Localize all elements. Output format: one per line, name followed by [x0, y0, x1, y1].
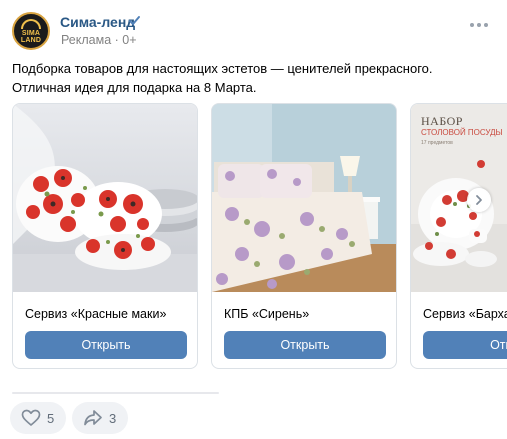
- post-text: Подборка товаров для настоящих эстетов —…: [12, 61, 433, 95]
- chevron-right-icon[interactable]: [467, 188, 491, 212]
- card-title[interactable]: Сервиз «Красные маки»: [25, 307, 166, 321]
- logo-arch: [21, 18, 41, 29]
- like-button[interactable]: 5: [10, 402, 66, 434]
- avatar-logo-text: SIMA LAND: [20, 29, 42, 44]
- share-icon: [84, 410, 102, 426]
- banner-subtitle: СТОЛОВОЙ ПОСУДЫ: [421, 128, 503, 137]
- open-button[interactable]: Открыть: [25, 331, 187, 359]
- product-image[interactable]: [212, 104, 396, 292]
- banner-caption: 17 предметов: [421, 140, 453, 146]
- author-name[interactable]: Сима-ленд: [60, 14, 135, 30]
- carousel-card[interactable]: НАБОР СТОЛОВОЙ ПОСУДЫ 17 предметов Серви…: [410, 103, 507, 369]
- open-button[interactable]: Откр: [423, 331, 507, 359]
- product-image[interactable]: НАБОР СТОЛОВОЙ ПОСУДЫ 17 предметов: [411, 104, 507, 292]
- post-meta: Реклама · 0+: [61, 33, 137, 47]
- like-count: 5: [47, 410, 55, 426]
- carousel-card[interactable]: Сервиз «Красные маки» Открыть: [12, 103, 198, 369]
- product-carousel[interactable]: Сервиз «Красные маки» Открыть КПБ «Сирен…: [12, 103, 507, 371]
- card-title[interactable]: Сервиз «Барха: [423, 307, 507, 321]
- product-image[interactable]: [13, 104, 197, 292]
- carousel-card[interactable]: КПБ «Сирень» Открыть: [211, 103, 397, 369]
- share-count: 3: [109, 410, 117, 426]
- avatar[interactable]: SIMA LAND: [12, 12, 50, 50]
- share-button[interactable]: 3: [72, 402, 128, 434]
- open-button[interactable]: Открыть: [224, 331, 386, 359]
- banner-title: НАБОР: [421, 114, 463, 128]
- heart-icon: [21, 409, 41, 426]
- more-icon[interactable]: [468, 20, 490, 30]
- card-title[interactable]: КПБ «Сирень»: [224, 307, 309, 321]
- verified-icon: [128, 14, 142, 28]
- ad-post: SIMA LAND Сима-ленд Реклама · 0+ Подборка…: [0, 0, 507, 439]
- carousel-scrollbar[interactable]: [12, 392, 219, 394]
